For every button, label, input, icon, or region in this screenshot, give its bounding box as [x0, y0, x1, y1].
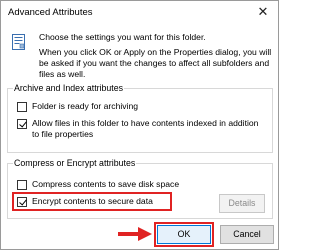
- intro-text: Choose the settings you want for this fo…: [39, 32, 273, 84]
- compress-checkbox-label: Compress contents to save disk space: [32, 179, 180, 189]
- title-bar: Advanced Attributes ✕: [1, 1, 278, 25]
- archive-index-group-title: Archive and Index attributes: [13, 83, 125, 93]
- compress-checkbox[interactable]: [17, 180, 27, 190]
- details-button[interactable]: Details: [219, 194, 265, 213]
- index-option[interactable]: Allow files in this folder to have conte…: [17, 118, 265, 140]
- intro-line-1: Choose the settings you want for this fo…: [39, 32, 206, 42]
- archive-option[interactable]: Folder is ready for archiving: [17, 101, 138, 112]
- compress-option[interactable]: Compress contents to save disk space: [17, 179, 179, 190]
- dialog-title: Advanced Attributes: [8, 7, 93, 18]
- document-settings-icon: [12, 34, 25, 50]
- close-icon[interactable]: ✕: [254, 3, 272, 21]
- archive-checkbox[interactable]: [17, 102, 27, 112]
- advanced-attributes-dialog: Advanced Attributes ✕ Choose the setting…: [0, 0, 279, 250]
- encrypt-highlight-box: [12, 192, 172, 211]
- index-checkbox-label: Allow files in this folder to have conte…: [32, 118, 259, 139]
- intro-line-2: When you click OK or Apply on the Proper…: [39, 47, 272, 79]
- pointer-arrow-icon: [118, 227, 152, 241]
- cancel-button[interactable]: Cancel: [220, 225, 274, 244]
- compress-encrypt-group-title: Compress or Encrypt attributes: [13, 158, 137, 168]
- ok-button[interactable]: OK: [157, 225, 211, 244]
- archive-checkbox-label: Folder is ready for archiving: [32, 101, 139, 111]
- index-checkbox[interactable]: [17, 119, 27, 129]
